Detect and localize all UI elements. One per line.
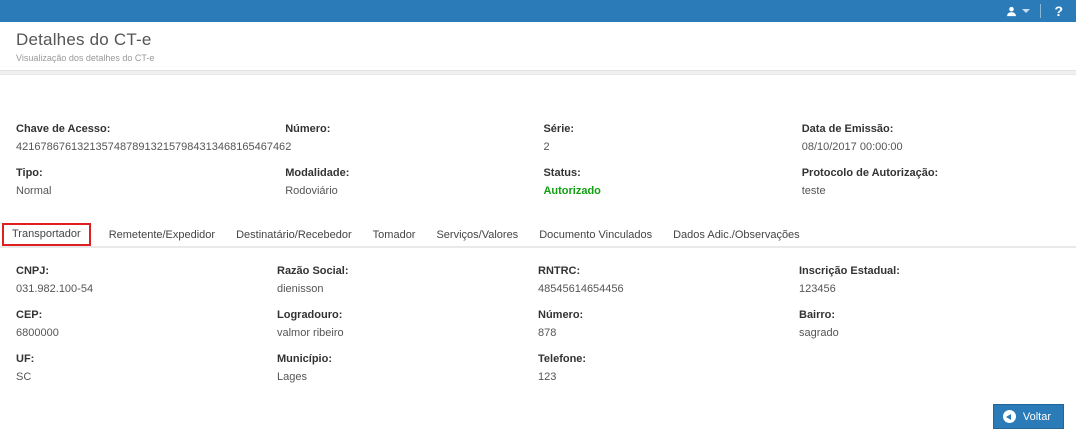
- field-label: Número:: [538, 309, 799, 321]
- field-value: dienisson: [277, 283, 538, 295]
- field-value: SC: [16, 371, 277, 383]
- transportador-panel: CNPJ: 031.982.100-54 Razão Social: dieni…: [0, 248, 1076, 383]
- cte-summary: Chave de Acesso: 42167867613213574878913…: [0, 75, 1076, 197]
- field-cep: CEP: 6800000: [16, 309, 277, 339]
- field-value: 2: [543, 141, 801, 153]
- help-button[interactable]: ?: [1041, 0, 1076, 22]
- tab-remetente-expedidor[interactable]: Remetente/Expedidor: [99, 225, 225, 246]
- field-label: Modalidade:: [285, 167, 543, 179]
- field-value: 031.982.100-54: [16, 283, 277, 295]
- field-value: Rodoviário: [285, 185, 543, 197]
- field-value: Normal: [16, 185, 285, 197]
- field-modalidade: Modalidade: Rodoviário: [285, 167, 543, 197]
- field-value: 2: [285, 141, 543, 153]
- back-button[interactable]: Voltar: [993, 404, 1064, 429]
- user-icon: [1006, 6, 1017, 17]
- field-data-emissao: Data de Emissão: 08/10/2017 00:00:00: [802, 123, 1060, 153]
- field-value: teste: [802, 185, 1060, 197]
- field-value: 123: [538, 371, 799, 383]
- chevron-down-icon: [1022, 9, 1030, 13]
- field-label: Logradouro:: [277, 309, 538, 321]
- field-label: UF:: [16, 353, 277, 365]
- field-value: valmor ribeiro: [277, 327, 538, 339]
- field-label: Status:: [543, 167, 801, 179]
- field-value: 6800000: [16, 327, 277, 339]
- field-telefone: Telefone: 123: [538, 353, 799, 383]
- field-label: Tipo:: [16, 167, 285, 179]
- tab-documento-vinculados[interactable]: Documento Vinculados: [529, 225, 662, 246]
- field-label: Bairro:: [799, 309, 1060, 321]
- status-badge: Autorizado: [543, 185, 801, 197]
- field-bairro: Bairro: sagrado: [799, 309, 1060, 339]
- tab-destinatario-recebedor[interactable]: Destinatário/Recebedor: [226, 225, 362, 246]
- tab-tomador[interactable]: Tomador: [363, 225, 426, 246]
- field-label: Telefone:: [538, 353, 799, 365]
- field-status: Status: Autorizado: [543, 167, 801, 197]
- field-value: 123456: [799, 283, 1060, 295]
- field-tipo: Tipo: Normal: [16, 167, 285, 197]
- field-label: Série:: [543, 123, 801, 135]
- page-title: Detalhes do CT-e: [16, 30, 1060, 50]
- field-logradouro: Logradouro: valmor ribeiro: [277, 309, 538, 339]
- field-label: Número:: [285, 123, 543, 135]
- field-numero: Número: 2: [285, 123, 543, 153]
- field-numero-endereco: Número: 878: [538, 309, 799, 339]
- tab-transportador[interactable]: Transportador: [2, 223, 91, 246]
- field-value: 08/10/2017 00:00:00: [802, 141, 1060, 153]
- field-protocolo: Protocolo de Autorização: teste: [802, 167, 1060, 197]
- field-municipio: Município: Lages: [277, 353, 538, 383]
- footer: Voltar: [0, 404, 1076, 429]
- field-value: sagrado: [799, 327, 1060, 339]
- detail-tabs: Transportador Remetente/Expedidor Destin…: [0, 223, 1076, 248]
- field-value: 48545614654456: [538, 283, 799, 295]
- tab-servicos-valores[interactable]: Serviços/Valores: [426, 225, 528, 246]
- field-label: CEP:: [16, 309, 277, 321]
- user-menu[interactable]: [996, 0, 1040, 22]
- tab-dados-adic-observacoes[interactable]: Dados Adic./Observações: [663, 225, 810, 246]
- topbar: ?: [0, 0, 1076, 22]
- back-button-label: Voltar: [1023, 411, 1051, 423]
- field-value: 878: [538, 327, 799, 339]
- field-inscricao-estadual: Inscrição Estadual: 123456: [799, 265, 1060, 295]
- page-subtitle: Visualização dos detalhes do CT-e: [16, 53, 1060, 63]
- field-cnpj: CNPJ: 031.982.100-54: [16, 265, 277, 295]
- arrow-circle-left-icon: [1003, 410, 1016, 423]
- field-razao-social: Razão Social: dienisson: [277, 265, 538, 295]
- field-label: Chave de Acesso:: [16, 123, 285, 135]
- field-rntrc: RNTRC: 48545614654456: [538, 265, 799, 295]
- field-label: Data de Emissão:: [802, 123, 1060, 135]
- field-serie: Série: 2: [543, 123, 801, 153]
- field-label: Município:: [277, 353, 538, 365]
- field-value: Lages: [277, 371, 538, 383]
- field-label: Inscrição Estadual:: [799, 265, 1060, 277]
- field-label: CNPJ:: [16, 265, 277, 277]
- field-chave-de-acesso: Chave de Acesso: 42167867613213574878913…: [16, 123, 285, 153]
- field-uf: UF: SC: [16, 353, 277, 383]
- field-label: Protocolo de Autorização:: [802, 167, 1060, 179]
- field-label: Razão Social:: [277, 265, 538, 277]
- page-header: Detalhes do CT-e Visualização dos detalh…: [0, 22, 1076, 71]
- field-label: RNTRC:: [538, 265, 799, 277]
- field-value: 4216786761321357487891321579843134681654…: [16, 141, 285, 153]
